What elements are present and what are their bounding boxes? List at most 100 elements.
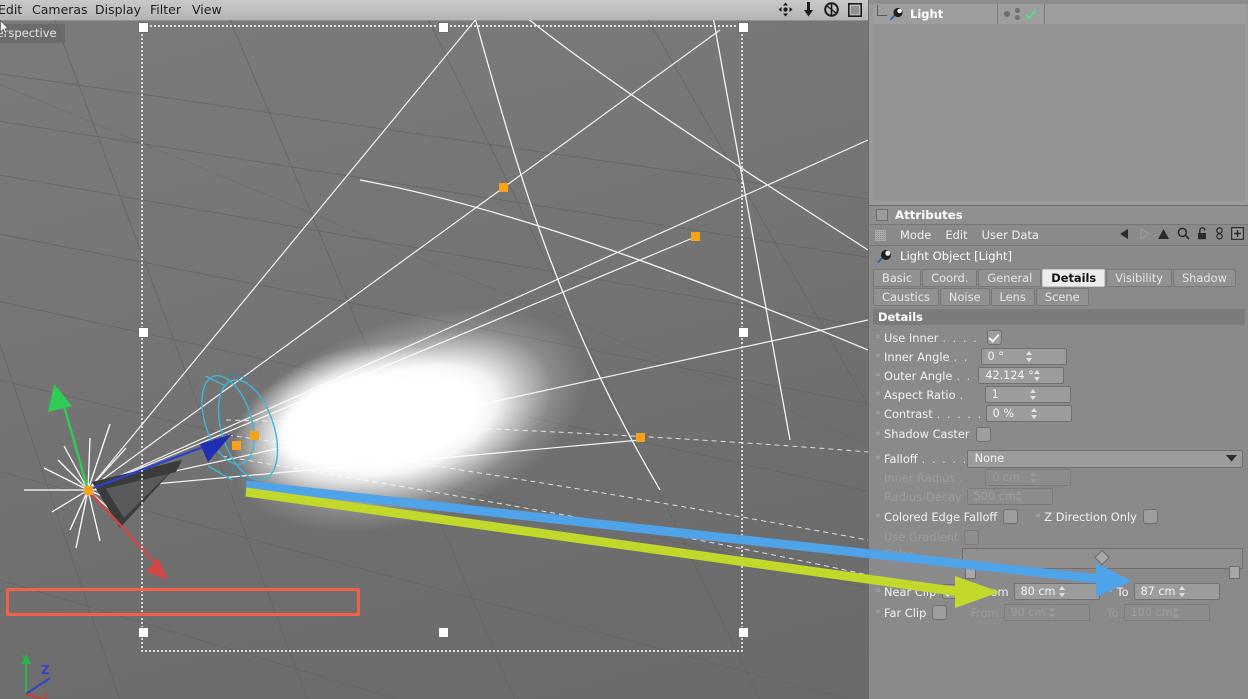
tab-scene[interactable]: Scene [1035,288,1089,306]
anim-dot-icon[interactable]: ◦ [875,370,884,381]
bbox-handle-ml[interactable] [138,327,149,338]
anim-dot-icon[interactable]: ◦ [971,586,980,597]
tab-basic[interactable]: Basic [873,269,922,287]
viewport[interactable]: Edit Cameras Display Filter View erspect… [0,0,868,699]
checkbox-near-clip[interactable] [942,584,958,599]
tab-row-2[interactable]: Caustics Noise Lens Scene [873,288,1248,306]
anim-dot-icon[interactable]: ◦ [875,586,884,597]
field-aspect-ratio[interactable]: 1 [984,386,1071,403]
anim-dot-icon[interactable]: ◦ [875,429,884,440]
field-near-clip-to[interactable]: 87 cm [1133,583,1220,600]
checkbox-z-direction-only[interactable] [1142,509,1158,524]
tab-row-1[interactable]: Basic Coord. General Details Visibility … [873,269,1248,287]
anim-dot-icon[interactable]: ◦ [875,511,884,522]
attribute-tabs[interactable]: Basic Coord. General Details Visibility … [869,266,1248,306]
anim-dot-icon[interactable]: ◦ [1108,586,1117,597]
selection-bounds[interactable] [0,20,868,699]
object-name-cell[interactable]: Light [873,4,997,24]
search-icon[interactable] [1177,227,1190,240]
field-contrast[interactable]: 0 % [985,405,1072,422]
checkbox-far-clip[interactable] [932,605,948,620]
row-inner-angle[interactable]: ◦ Inner Angle . . 0 ° [875,347,1243,366]
anim-dot-icon[interactable]: ◦ [875,351,884,362]
anim-dot-icon[interactable]: ◦ [1035,511,1044,522]
checkbox-use-inner[interactable] [987,330,1003,345]
forward-arrow-icon[interactable] [1138,227,1150,240]
tab-lens[interactable]: Lens [990,288,1035,306]
details-properties[interactable]: ◦ Use Inner . . . . ◦ Inner Angle . . 0 … [869,325,1248,623]
gradient-editor[interactable] [961,548,1243,579]
bbox-handle-br[interactable] [738,627,749,638]
attr-menu-mode[interactable]: Mode [900,228,931,242]
attr-menu-user-data[interactable]: User Data [982,228,1039,242]
anim-dot-icon[interactable]: ◦ [875,389,884,400]
stepper-contrast[interactable] [1030,408,1069,419]
panel-menu-icon[interactable] [876,209,888,221]
row-colored-edge-falloff[interactable]: ◦ Colored Edge Falloff ◦ Z Direction Onl… [875,506,1243,527]
row-far-clip[interactable]: ◦ Far Clip ◦ From 90 cm ◦ To 100 cm [875,602,1243,623]
attributes-toolbar[interactable] [1119,227,1244,240]
menu-item-filter[interactable]: Filter [150,3,181,17]
checkbox-colored-edge-falloff[interactable] [1003,509,1019,524]
checkbox-shadow-caster[interactable] [975,426,991,442]
gradient-knob-right[interactable] [1229,566,1240,579]
attr-menu-edit[interactable]: Edit [945,228,967,242]
row-shadow-caster[interactable]: ◦ Shadow Caster [875,423,1243,445]
bbox-handle-tl[interactable] [138,22,149,33]
tab-coord[interactable]: Coord. [922,269,978,287]
tab-caustics[interactable]: Caustics [873,288,939,306]
object-manager[interactable]: Light [868,0,1248,205]
anim-dot-icon[interactable]: ◦ [875,332,884,343]
rotate-icon[interactable] [824,2,839,17]
viewport-scene[interactable]: Y Z X [0,20,868,699]
anim-dot-icon[interactable]: ◦ [875,607,884,618]
editor-render-dots-icon[interactable] [1015,8,1020,20]
stepper-inner-angle[interactable] [1025,351,1064,362]
maximize-icon[interactable] [848,2,862,17]
chevron-down-icon[interactable] [1226,455,1237,462]
tab-noise[interactable]: Noise [939,288,990,306]
link-icon[interactable] [1215,227,1224,240]
dropdown-falloff[interactable]: None [966,449,1243,468]
row-outer-angle[interactable]: ◦ Outer Angle . . 42.124 ° [875,366,1243,385]
row-color-gradient[interactable]: ◦ Color . . . . . . [875,547,1243,579]
object-manager-row-light[interactable]: Light [873,4,1245,24]
anim-dot-icon[interactable]: ◦ [875,453,884,464]
drag-grip-icon[interactable] [875,229,886,241]
bbox-handle-bl[interactable] [138,627,149,638]
viewport-menubar[interactable]: Edit Cameras Display Filter View [0,0,868,21]
bbox-handle-bc[interactable] [438,627,449,638]
anim-dot-icon[interactable]: ◦ [875,408,884,419]
stepper-near-clip-to[interactable] [1178,586,1217,597]
row-use-inner[interactable]: ◦ Use Inner . . . . [875,328,1243,347]
bbox-handle-tc[interactable] [438,22,449,33]
stepper-outer-angle[interactable] [1033,370,1062,381]
tab-general[interactable]: General [978,269,1042,287]
tab-details[interactable]: Details [1042,269,1106,287]
stepper-aspect-ratio[interactable] [1029,389,1068,400]
field-near-clip-from[interactable]: 80 cm [1013,583,1100,600]
bbox-handle-mr[interactable] [738,327,749,338]
check-tag-icon[interactable] [1025,8,1037,20]
tab-visibility[interactable]: Visibility [1106,269,1172,287]
menu-item-cameras[interactable]: Cameras [32,3,88,17]
menu-item-view[interactable]: View [192,3,222,17]
object-manager-body[interactable] [873,24,1245,201]
gradient-knob-left[interactable] [964,566,976,579]
row-aspect-ratio[interactable]: ◦ Aspect Ratio . 1 [875,385,1243,404]
stepper-near-clip-from[interactable] [1058,586,1097,597]
bbox-handle-tr[interactable] [738,22,749,33]
tab-shadow[interactable]: Shadow [1172,269,1236,287]
dolly-icon[interactable] [802,2,815,17]
field-inner-angle[interactable]: 0 ° [980,348,1067,365]
pan-icon[interactable] [778,2,793,17]
attributes-manager[interactable]: Attributes Mode Edit User Data Light Obj… [868,205,1248,699]
plus-icon[interactable] [1231,227,1244,240]
menu-item-edit[interactable]: Edit [0,3,22,17]
field-outer-angle[interactable]: 42.124 ° [978,367,1065,384]
up-arrow-icon[interactable] [1157,228,1170,240]
back-arrow-icon[interactable] [1119,228,1131,240]
attributes-menubar[interactable]: Mode Edit User Data [869,225,1248,246]
visibility-dot-icon[interactable] [1004,11,1010,17]
row-falloff[interactable]: ◦ Falloff . . . . . . . None [875,449,1243,468]
